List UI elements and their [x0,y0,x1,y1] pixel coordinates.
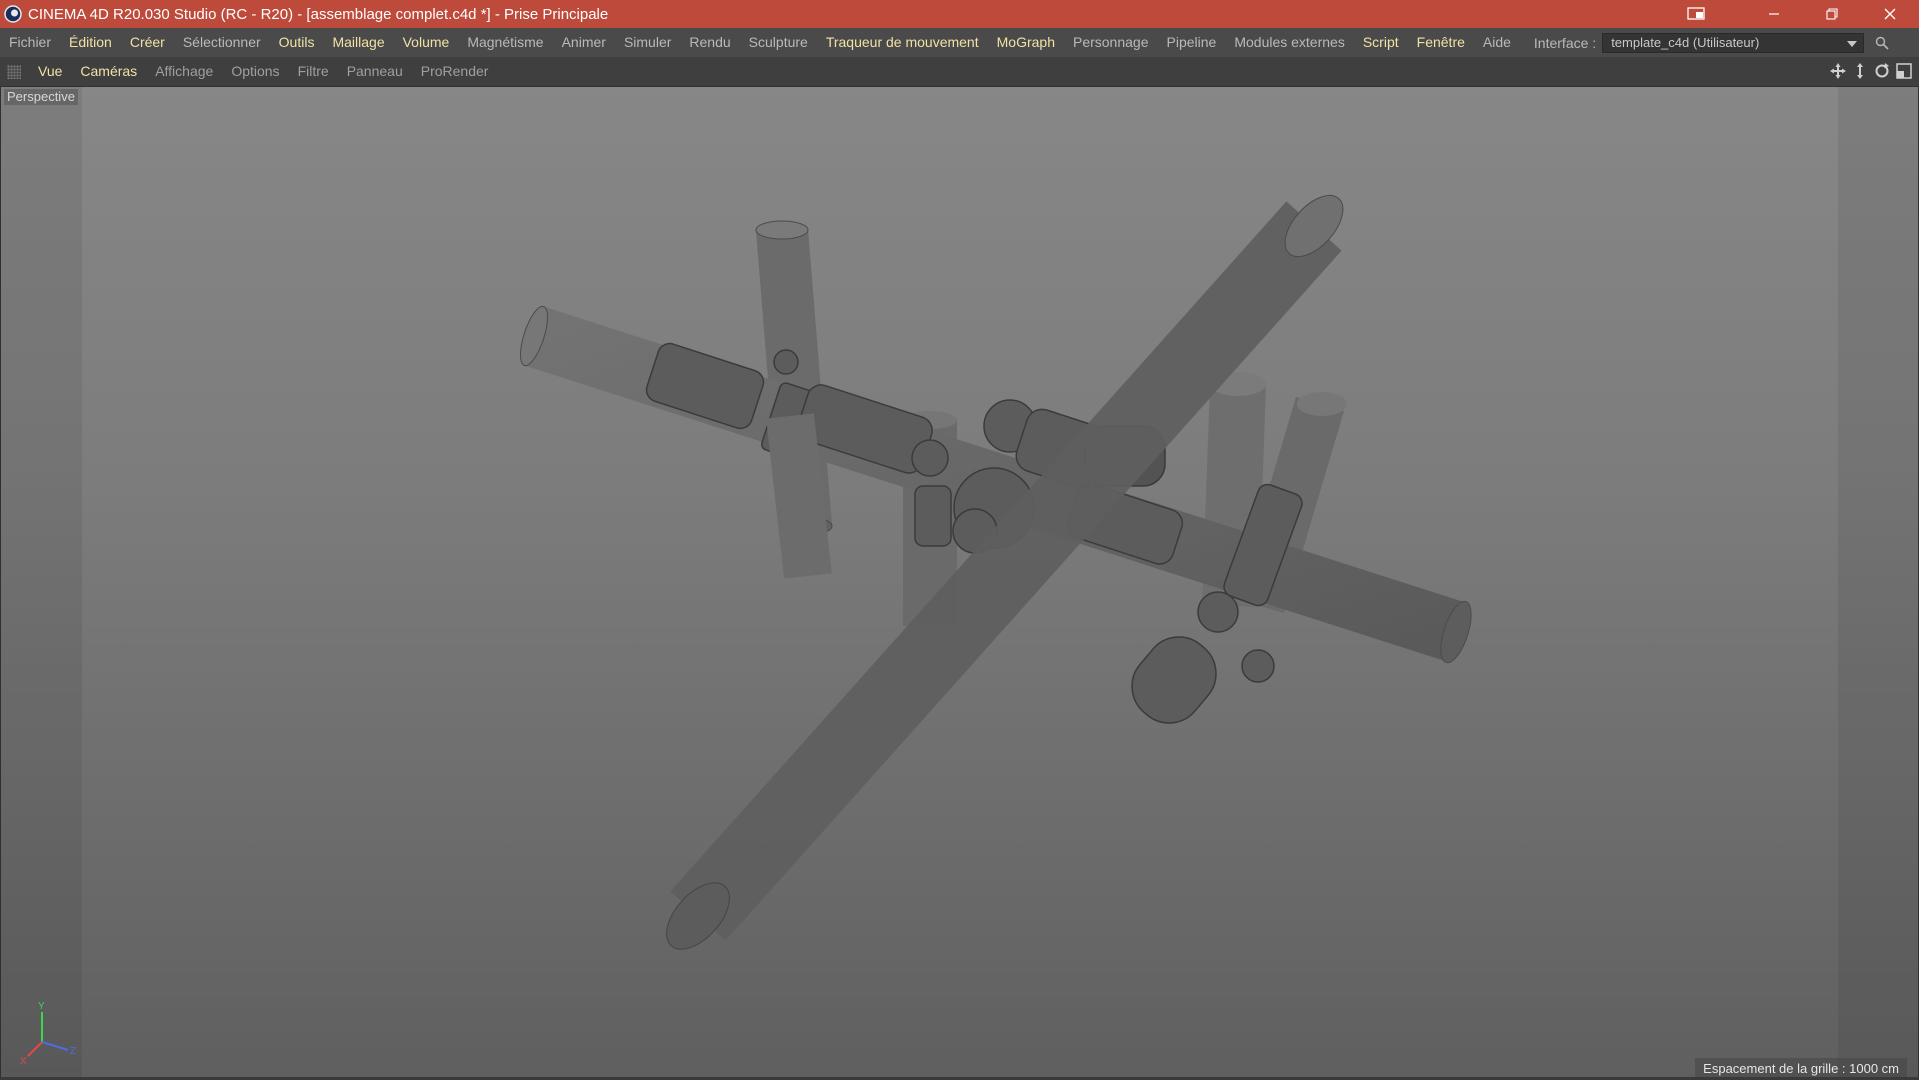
panel-grip-icon[interactable] [7,64,21,79]
menu-creer[interactable]: Créer [121,28,174,57]
menu-bar: Fichier Édition Créer Sélectionner Outil… [0,28,1919,57]
3d-viewport[interactable]: Perspective Y Z X Espacement de la grill… [0,86,1919,1080]
rotate-view-icon[interactable] [1873,62,1891,80]
search-icon[interactable] [1872,33,1892,53]
menu-script[interactable]: Script [1354,28,1408,57]
viewmenu-options[interactable]: Options [222,57,288,86]
menu-maillage[interactable]: Maillage [323,28,393,57]
menu-traqueur[interactable]: Traqueur de mouvement [817,28,988,57]
menu-selectionner[interactable]: Sélectionner [174,28,270,57]
restore-icon[interactable] [1803,0,1861,28]
zoom-view-icon[interactable] [1851,62,1869,80]
cinema4d-window: CINEMA 4D R20.030 Studio (RC - R20) - [a… [0,0,1919,1080]
maximize-view-icon[interactable] [1895,62,1913,80]
minimize-icon[interactable] [1745,0,1803,28]
menu-mograph[interactable]: MoGraph [988,28,1064,57]
menu-volume[interactable]: Volume [394,28,459,57]
interface-dropdown[interactable]: template_c4d (Utilisateur) [1602,32,1865,53]
menu-aide[interactable]: Aide [1474,28,1520,57]
axis-z-label: Z [70,1046,76,1057]
cinema4d-logo-icon [4,5,22,23]
title-bar: CINEMA 4D R20.030 Studio (RC - R20) - [a… [0,0,1919,28]
menu-personnage[interactable]: Personnage [1064,28,1158,57]
menu-fenetre[interactable]: Fenêtre [1408,28,1474,57]
camera-label[interactable]: Perspective [4,89,78,105]
axis-y-label: Y [38,1001,45,1012]
axis-x-label: X [20,1056,27,1067]
viewmenu-filtre[interactable]: Filtre [289,57,338,86]
window-title: CINEMA 4D R20.030 Studio (RC - R20) - [a… [28,5,609,23]
menu-sculpture[interactable]: Sculpture [740,28,817,57]
menu-pipeline[interactable]: Pipeline [1158,28,1226,57]
menu-magnetisme[interactable]: Magnétisme [458,28,552,57]
chevron-down-icon [1847,40,1858,47]
pipe-assembly-model[interactable] [0,86,1919,1080]
interface-label: Interface : [1533,34,1597,51]
interface-value: template_c4d (Utilisateur) [1611,35,1760,50]
axis-gizmo: Y Z X [20,1001,76,1067]
menu-rendu[interactable]: Rendu [680,28,739,57]
menu-fichier[interactable]: Fichier [0,28,60,57]
vertical-pipe-left-front [766,413,832,579]
viewmenu-affichage[interactable]: Affichage [146,57,222,86]
viewport-menu-bar: Vue Caméras Affichage Options Filtre Pan… [0,57,1919,86]
move-view-icon[interactable] [1829,62,1847,80]
viewmenu-cameras[interactable]: Caméras [71,57,146,86]
layout-icon[interactable] [1685,5,1707,23]
viewmenu-vue[interactable]: Vue [29,57,71,86]
menu-animer[interactable]: Animer [553,28,615,57]
menu-modules-externes[interactable]: Modules externes [1225,28,1354,57]
menu-edition[interactable]: Édition [60,28,121,57]
menu-simuler[interactable]: Simuler [615,28,680,57]
viewmenu-panneau[interactable]: Panneau [338,57,412,86]
viewmenu-prorender[interactable]: ProRender [412,57,498,86]
menu-outils[interactable]: Outils [270,28,324,57]
close-icon[interactable] [1861,0,1919,28]
